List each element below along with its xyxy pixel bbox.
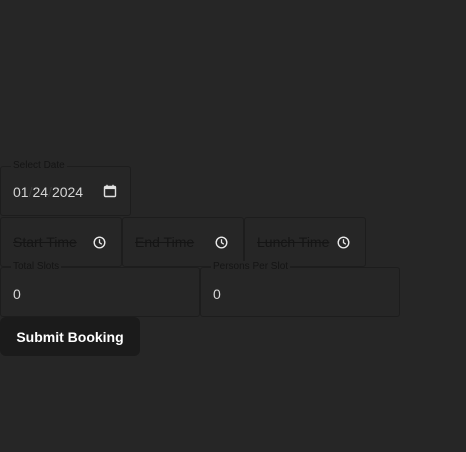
- calendar-icon[interactable]: [103, 184, 117, 198]
- date-year[interactable]: 2024: [52, 184, 83, 200]
- end-time-field[interactable]: End Time: [122, 217, 244, 267]
- date-value[interactable]: 01/24/2024: [13, 183, 83, 201]
- date-field[interactable]: Select Date 01/24/2024: [0, 160, 131, 216]
- clock-icon[interactable]: [215, 236, 228, 249]
- lunch-time-field[interactable]: Lunch Time: [244, 217, 366, 267]
- start-time-placeholder: Start Time: [13, 234, 77, 250]
- end-time-placeholder: End Time: [135, 234, 195, 250]
- total-slots-label: Total Slots: [11, 261, 62, 273]
- total-slots-field[interactable]: Total Slots 0: [0, 261, 200, 317]
- persons-per-slot-value[interactable]: 0: [213, 285, 221, 303]
- clock-icon[interactable]: [337, 236, 350, 249]
- date-field-label: Select Date: [11, 160, 67, 172]
- clock-icon[interactable]: [93, 236, 106, 249]
- total-slots-value[interactable]: 0: [13, 285, 21, 303]
- start-time-field[interactable]: Start Time: [0, 217, 122, 267]
- lunch-time-placeholder: Lunch Time: [257, 234, 330, 250]
- persons-per-slot-label: Persons Per Slot: [211, 261, 291, 273]
- date-month[interactable]: 01: [13, 184, 29, 200]
- submit-booking-button[interactable]: Submit Booking: [0, 317, 140, 356]
- date-day[interactable]: 24: [32, 184, 48, 200]
- persons-per-slot-field[interactable]: Persons Per Slot 0: [200, 261, 400, 317]
